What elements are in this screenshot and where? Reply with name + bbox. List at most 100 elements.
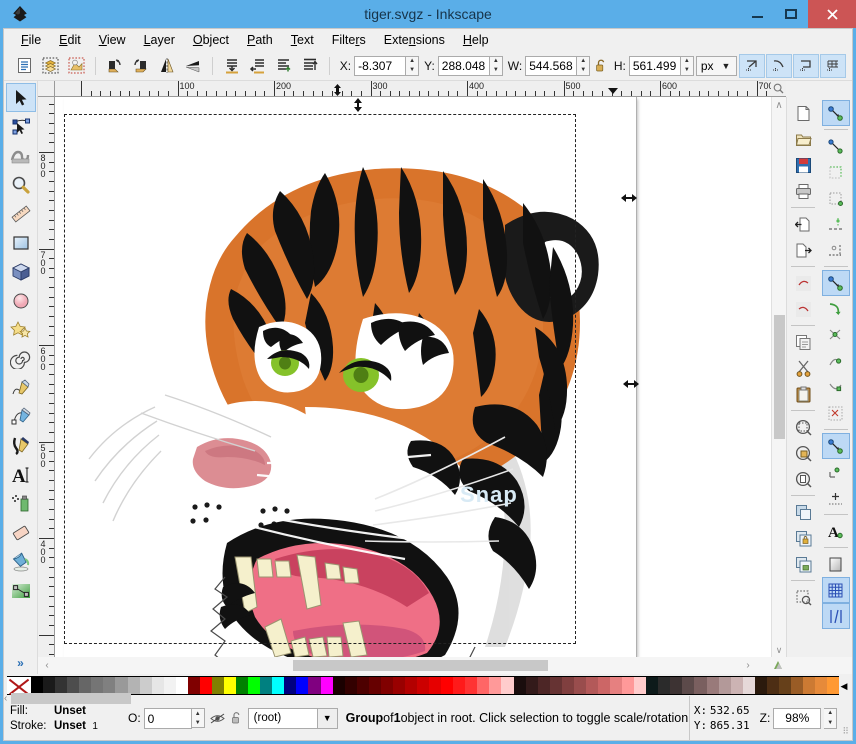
zoom-page-icon[interactable]: [789, 466, 817, 492]
w-spin-down[interactable]: ▼: [577, 66, 589, 75]
bezier-tool[interactable]: [6, 402, 36, 431]
new-document-icon[interactable]: [789, 100, 817, 126]
tweak-tool[interactable]: [6, 141, 36, 170]
text-tool[interactable]: A: [6, 460, 36, 489]
w-spin-buttons[interactable]: ▲▼: [577, 56, 590, 76]
palette-swatch[interactable]: [429, 677, 441, 694]
palette-swatch[interactable]: [827, 677, 839, 694]
palette-swatch[interactable]: [526, 677, 538, 694]
raise-icon[interactable]: [272, 54, 296, 78]
tiger-artwork[interactable]: [75, 107, 635, 657]
redo-icon[interactable]: [789, 296, 817, 322]
snap-cusp-nodes-icon[interactable]: [822, 348, 850, 374]
palette-swatch[interactable]: [731, 677, 743, 694]
eraser-tool[interactable]: [6, 518, 36, 547]
x-spin-up[interactable]: ▲: [406, 57, 418, 66]
snap-bbox-centers-icon[interactable]: [822, 237, 850, 263]
palette-swatch[interactable]: [694, 677, 706, 694]
palette-swatch[interactable]: [441, 677, 453, 694]
menu-extensions[interactable]: Extensions: [375, 30, 454, 50]
flip-horizontal-icon[interactable]: [155, 54, 179, 78]
duplicate-icon[interactable]: [789, 329, 817, 355]
selection-handle-top[interactable]: [352, 98, 363, 109]
lock-open-icon[interactable]: [592, 54, 609, 78]
export-icon[interactable]: [789, 237, 817, 263]
star-tool[interactable]: [6, 315, 36, 344]
drawing-canvas[interactable]: Snap: [55, 97, 771, 657]
menu-file[interactable]: FFileile: [12, 30, 50, 50]
paste-clipboard-icon[interactable]: [789, 381, 817, 407]
lower-to-bottom-icon[interactable]: [220, 54, 244, 78]
palette-swatch[interactable]: [598, 677, 610, 694]
vertical-ruler[interactable]: 800700600500400: [38, 97, 55, 657]
gradient-tool[interactable]: [6, 576, 36, 605]
h-spin-down[interactable]: ▼: [681, 66, 693, 75]
snap-bbox-corners-icon[interactable]: [793, 54, 819, 78]
scroll-right-button[interactable]: ›: [741, 658, 755, 673]
ellipse-tool[interactable]: [6, 286, 36, 315]
x-spin-buttons[interactable]: ▲▼: [406, 56, 419, 76]
snap-bbox-edges-icon[interactable]: [766, 54, 792, 78]
palette-swatch[interactable]: [562, 677, 574, 694]
snap-grid-icon[interactable]: [822, 577, 850, 603]
selector-tool[interactable]: [6, 83, 36, 112]
snap-nodes-toggle-icon[interactable]: [822, 270, 850, 296]
horizontal-ruler[interactable]: 100200300400500600700: [55, 81, 771, 97]
node-tool[interactable]: [6, 112, 36, 141]
snap-bounding-box-icon[interactable]: [739, 54, 765, 78]
palette-swatch[interactable]: [682, 677, 694, 694]
snap-bbox-edge-midpoints-icon[interactable]: [822, 211, 850, 237]
palette-swatch[interactable]: [550, 677, 562, 694]
open-document-icon[interactable]: [789, 126, 817, 152]
layer-chevron-down-icon[interactable]: ▼: [318, 708, 338, 729]
rotate-90-ccw-icon[interactable]: [103, 54, 127, 78]
flip-vertical-icon[interactable]: [181, 54, 205, 78]
menu-filters[interactable]: Filters: [323, 30, 375, 50]
snap-path-icon[interactable]: [822, 296, 850, 322]
snap-bbox-edges-icon[interactable]: [822, 159, 850, 185]
snap-nodes-icon[interactable]: [820, 54, 846, 78]
snap-bbox-corners-icon[interactable]: [822, 185, 850, 211]
deselect-icon[interactable]: [64, 54, 88, 78]
menu-path[interactable]: Path: [238, 30, 282, 50]
palette-swatch[interactable]: [670, 677, 682, 694]
palette-swatch[interactable]: [465, 677, 477, 694]
opacity-input[interactable]: [144, 708, 192, 729]
palette-swatch[interactable]: [453, 677, 465, 694]
scroll-up-button[interactable]: ∧: [772, 97, 787, 113]
menu-text[interactable]: Text: [282, 30, 323, 50]
menu-layer[interactable]: Layer: [135, 30, 184, 50]
paint-bucket-tool[interactable]: [6, 547, 36, 576]
save-document-icon[interactable]: [789, 152, 817, 178]
menu-view[interactable]: View: [90, 30, 135, 50]
snap-page-border-icon[interactable]: [822, 551, 850, 577]
menu-help[interactable]: Help: [454, 30, 498, 50]
y-spin-buttons[interactable]: ▲▼: [490, 56, 503, 76]
lower-icon[interactable]: [246, 54, 270, 78]
x-spin-down[interactable]: ▼: [406, 66, 418, 75]
zoom-drawing-icon[interactable]: [789, 440, 817, 466]
palette-swatch[interactable]: [477, 677, 489, 694]
layer-selector[interactable]: (root) ▼: [248, 708, 338, 729]
y-input[interactable]: [438, 56, 490, 76]
group-lock-icon[interactable]: [789, 525, 817, 551]
zoom-tool[interactable]: [6, 170, 36, 199]
snap-rotation-centers-icon[interactable]: [822, 485, 850, 511]
h-spin-up[interactable]: ▲: [681, 57, 693, 66]
spray-tool[interactable]: [6, 489, 36, 518]
pencil-tool[interactable]: [6, 373, 36, 402]
zoom-selection-icon[interactable]: [789, 414, 817, 440]
horizontal-scrollbar[interactable]: ‹ ›: [38, 658, 771, 673]
palette-swatch[interactable]: [658, 677, 670, 694]
layer-name[interactable]: (root): [248, 708, 318, 729]
snap-text-baseline-icon[interactable]: A: [822, 518, 850, 544]
y-spin-up[interactable]: ▲: [490, 57, 502, 66]
snap-guides-icon[interactable]: [822, 603, 850, 629]
opacity-spinner[interactable]: ▲▼: [144, 708, 205, 728]
palette-swatch[interactable]: [574, 677, 586, 694]
snap-bounding-box-icon[interactable]: [822, 133, 850, 159]
vertical-scroll-thumb[interactable]: [774, 315, 785, 439]
ruler-origin-corner[interactable]: [38, 81, 55, 97]
scroll-down-button[interactable]: ∨: [772, 643, 787, 657]
h-spinner[interactable]: ▲▼: [629, 56, 694, 76]
